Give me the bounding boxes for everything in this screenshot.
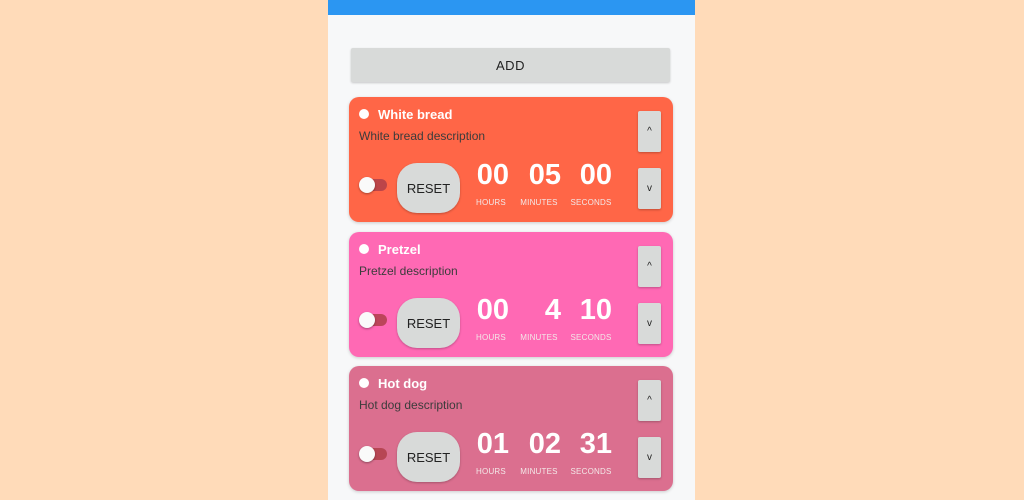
timer-card-white-bread: White bread White bread description RESE… xyxy=(349,97,673,222)
timer-title: Pretzel xyxy=(378,242,421,257)
app-bar xyxy=(328,0,695,15)
timer-description: Hot dog description xyxy=(359,398,463,412)
hours-value: 00 xyxy=(476,159,509,191)
minutes-label: MINUTES xyxy=(520,198,558,207)
timer-title: Hot dog xyxy=(378,376,428,391)
seconds-value: 31 xyxy=(579,428,612,460)
app-screen: ADD White bread White bread description … xyxy=(328,0,695,500)
timer-description: White bread description xyxy=(359,129,486,143)
hours-label: HOURS xyxy=(476,467,506,476)
reset-button[interactable]: RESET xyxy=(397,163,460,213)
move-up-button[interactable]: ^ xyxy=(638,111,661,152)
minutes-value: 4 xyxy=(544,294,561,326)
seconds-value: 10 xyxy=(579,294,612,326)
move-up-button[interactable]: ^ xyxy=(638,246,661,287)
seconds-label: SECONDS xyxy=(570,198,612,207)
move-down-button[interactable]: v xyxy=(638,437,661,478)
status-dot xyxy=(359,244,369,254)
hours-value: 01 xyxy=(476,428,509,460)
add-button[interactable]: ADD xyxy=(351,48,670,82)
minutes-value: 05 xyxy=(528,159,561,191)
seconds-label: SECONDS xyxy=(570,467,612,476)
seconds-label: SECONDS xyxy=(570,333,612,342)
status-dot xyxy=(359,378,369,388)
timer-toggle[interactable] xyxy=(359,177,387,193)
toggle-thumb xyxy=(359,446,375,462)
toggle-thumb xyxy=(359,177,375,193)
minutes-label: MINUTES xyxy=(520,467,558,476)
minutes-value: 02 xyxy=(528,428,561,460)
timer-card-pretzel: Pretzel Pretzel description RESET 00 4 1… xyxy=(349,232,673,357)
toggle-thumb xyxy=(359,312,375,328)
timer-card-hot-dog: Hot dog Hot dog description RESET 01 02 … xyxy=(349,366,673,491)
timer-description: Pretzel description xyxy=(359,264,458,278)
hours-value: 00 xyxy=(476,294,509,326)
status-dot xyxy=(359,109,369,119)
minutes-label: MINUTES xyxy=(520,333,558,342)
timer-toggle[interactable] xyxy=(359,312,387,328)
seconds-value: 00 xyxy=(579,159,612,191)
hours-label: HOURS xyxy=(476,198,506,207)
timer-title: White bread xyxy=(378,107,453,122)
reset-button[interactable]: RESET xyxy=(397,298,460,348)
move-down-button[interactable]: v xyxy=(638,303,661,344)
move-down-button[interactable]: v xyxy=(638,168,661,209)
timer-toggle[interactable] xyxy=(359,446,387,462)
move-up-button[interactable]: ^ xyxy=(638,380,661,421)
reset-button[interactable]: RESET xyxy=(397,432,460,482)
hours-label: HOURS xyxy=(476,333,506,342)
